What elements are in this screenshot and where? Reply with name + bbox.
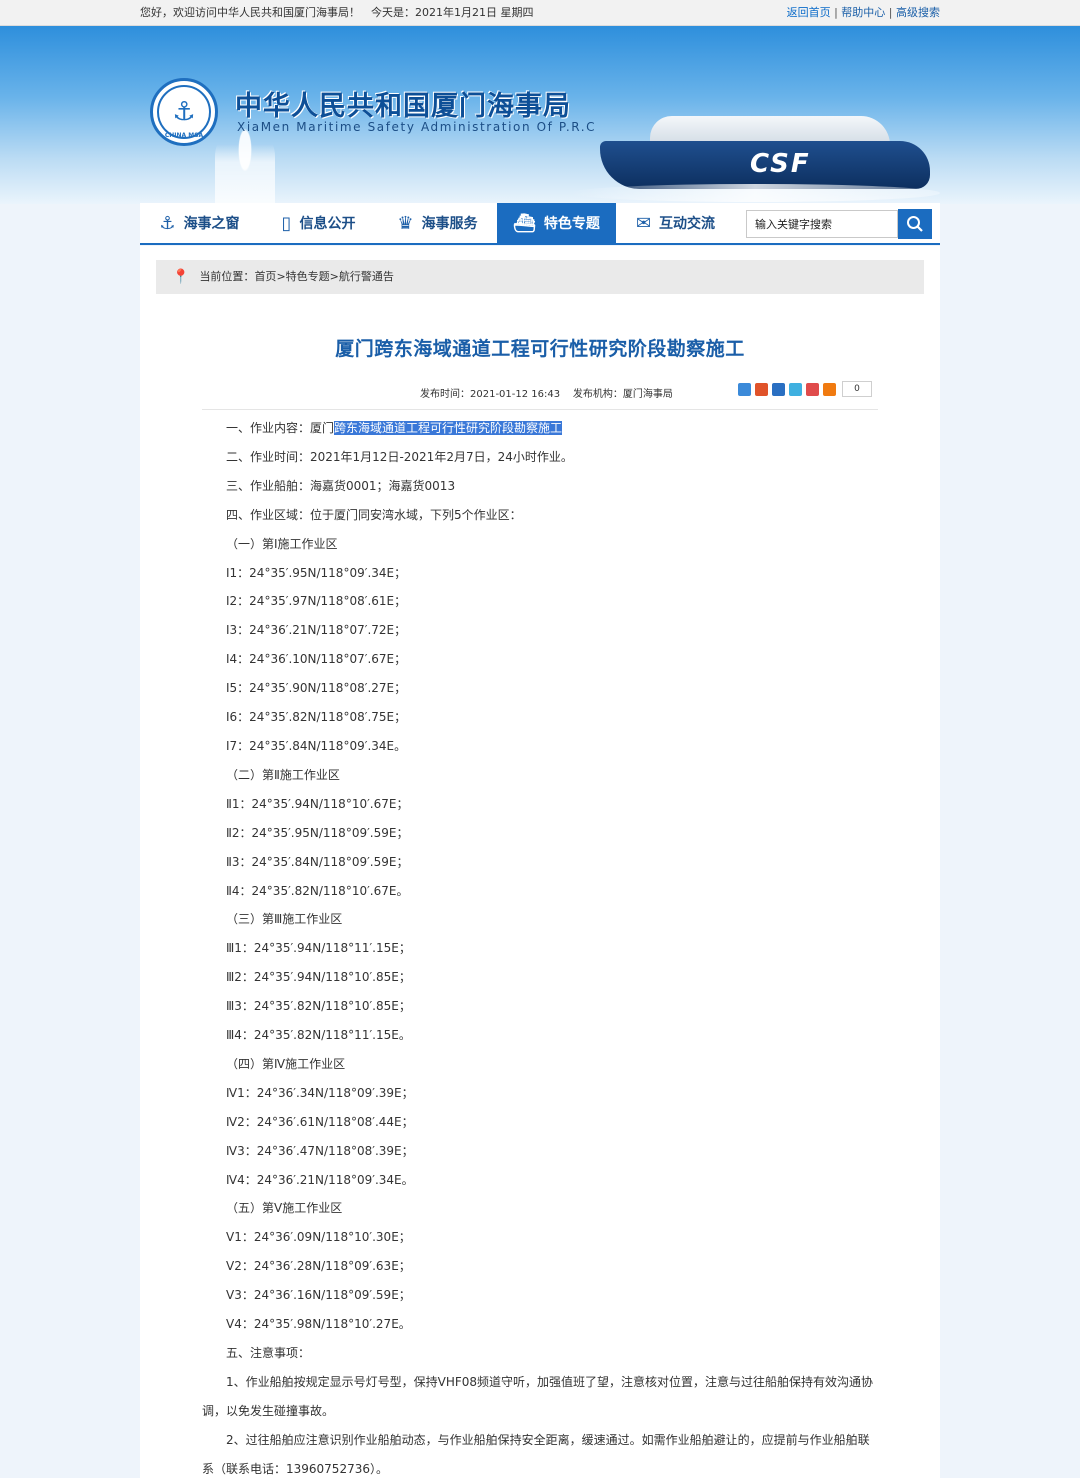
nav-item-special-topics[interactable]: ⛴ 特色专题: [497, 203, 616, 243]
article-meta: 发布时间：2021-01-12 16:43 发布机构：厦门海事局 0: [140, 379, 940, 401]
publish-time: 发布时间：2021-01-12 16:43: [420, 389, 561, 400]
paragraph: （五）第Ⅴ施工作业区: [226, 1201, 343, 1216]
paragraph: Ⅳ3：24°36′.47N/118°08′.39E；: [226, 1143, 414, 1158]
publish-info: 发布时间：2021-01-12 16:43 发布机构：厦门海事局: [420, 385, 673, 400]
anchor-icon: ⚓: [159, 212, 176, 234]
more-share-icon[interactable]: [823, 382, 836, 396]
note-paragraph: 2、过往船舶应注意识别作业船舶动态，与作业船舶保持安全距离，缓速通过。如需作业船…: [202, 1432, 870, 1476]
breadcrumb-home[interactable]: 首页: [254, 260, 276, 294]
breadcrumb-label: 当前位置：: [199, 270, 255, 283]
paragraph: Ⅲ1：24°35′.94N/118°11′.15E；: [226, 941, 411, 956]
qzone-share-icon[interactable]: [738, 382, 751, 396]
publisher: 发布机构：厦门海事局: [572, 389, 673, 400]
share-bar: 0: [738, 381, 872, 397]
help-link[interactable]: 帮助中心: [841, 6, 885, 19]
nav-label: 信息公开: [299, 216, 356, 232]
nav-item-interaction[interactable]: ✉ 互动交流: [616, 203, 735, 243]
paragraph: Ⅰ4：24°36′.10N/118°07′.67E；: [226, 652, 407, 667]
article-body: 一、作业内容：厦门跨东海域通道工程可行性研究阶段勘察施工 二、作业时间：2021…: [140, 414, 940, 1478]
main-nav: ⚓ 海事之窗 ▯ 信息公开 ♛ 海事服务 ⛴ 特色专题 ✉ 互动交流: [140, 203, 940, 245]
nav-item-maritime-service[interactable]: ♛ 海事服务: [378, 203, 497, 243]
paragraph: Ⅳ2：24°36′.61N/118°08′.44E；: [226, 1114, 414, 1129]
paragraph: （二）第Ⅱ施工作业区: [226, 767, 340, 782]
work-content-prefix: 一、作业内容：厦门: [226, 421, 335, 435]
logo-text: CHINA MSA: [164, 132, 204, 139]
search-box: [746, 209, 932, 239]
nav-label: 海事之窗: [183, 216, 240, 232]
selected-text: 跨东海域通道工程可行性研究阶段勘察施工: [334, 421, 563, 435]
site-subtitle: XiaMen Maritime Safety Administration Of…: [237, 120, 597, 134]
paragraph: Ⅳ1：24°36′.34N/118°09′.39E；: [226, 1085, 414, 1100]
paragraph: Ⅰ6：24°35′.82N/118°08′.75E；: [226, 710, 407, 725]
paragraph: （三）第Ⅲ施工作业区: [226, 912, 343, 927]
share-count: 0: [842, 381, 872, 397]
tencent-weibo-share-icon[interactable]: [789, 382, 802, 396]
paragraph: Ⅰ3：24°36′.21N/118°07′.72E；: [226, 623, 407, 638]
welcome-text: 您好，欢迎访问中华人民共和国厦门海事局！ 今天是：2021年1月21日 星期四: [140, 6, 534, 19]
site-title: 中华人民共和国厦门海事局: [235, 91, 571, 122]
nav-item-info-disclosure[interactable]: ▯ 信息公开: [259, 203, 378, 243]
paragraph: 一、作业内容：厦门跨东海域通道工程可行性研究阶段勘察施工: [202, 414, 878, 443]
ship-wake: [570, 184, 940, 202]
captain-hat-icon: ♛: [397, 212, 414, 234]
advanced-search-link[interactable]: 高级搜索: [896, 6, 940, 19]
ship-image: CSF: [570, 96, 940, 204]
nav-label: 互动交流: [659, 216, 716, 232]
top-links: 返回首页 | 帮助中心 | 高级搜索: [786, 6, 940, 19]
paragraph: Ⅱ1：24°35′.94N/118°10′.67E；: [226, 796, 409, 811]
statue-image: [215, 126, 275, 204]
paragraph: Ⅴ1：24°36′.09N/118°10′.30E；: [226, 1230, 411, 1245]
paragraph: Ⅲ2：24°35′.94N/118°10′.85E；: [226, 970, 411, 985]
breadcrumb: 📍 当前位置： 首页 > 特色专题 > 航行警通告: [156, 260, 924, 294]
paragraph: 四、作业区域：位于厦门同安湾水域，下列5个作业区：: [226, 507, 522, 522]
book-icon: ▯: [281, 212, 292, 234]
paragraph: 三、作业船舶：海嘉货0001；海嘉货0013: [226, 478, 456, 493]
paragraph: Ⅲ4：24°35′.82N/118°11′.15E。: [226, 1028, 411, 1043]
paragraph: Ⅳ4：24°36′.21N/118°09′.34E。: [226, 1172, 414, 1187]
breadcrumb-nav-notices[interactable]: 航行警通告: [339, 260, 394, 294]
top-bar: 您好，欢迎访问中华人民共和国厦门海事局！ 今天是：2021年1月21日 星期四 …: [0, 0, 1080, 26]
breadcrumb-special-topics[interactable]: 特色专题: [286, 260, 330, 294]
note-paragraph: 1、作业船舶按规定显示号灯号型，保持VHF08频道守听，加强值班了望，注意核对位…: [202, 1374, 874, 1418]
nav-item-maritime-window[interactable]: ⚓ 海事之窗: [140, 203, 259, 243]
search-button[interactable]: [898, 209, 932, 239]
main-content: 📍 当前位置： 首页 > 特色专题 > 航行警通告 厦门跨东海域通道工程可行性研…: [140, 246, 940, 1478]
paragraph: 五、注意事项：: [226, 1346, 311, 1360]
paragraph: Ⅱ4：24°35′.82N/118°10′.67E。: [226, 883, 409, 898]
renren-share-icon[interactable]: [772, 382, 785, 396]
breadcrumb-sep: >: [329, 270, 339, 283]
divider: [202, 409, 878, 410]
nav-label: 特色专题: [543, 216, 600, 232]
paragraph: Ⅱ3：24°35′.84N/118°09′.59E；: [226, 854, 409, 869]
paragraph: Ⅰ7：24°35′.84N/118°09′.34E。: [226, 738, 407, 753]
anchor-icon: ⚓: [157, 85, 211, 139]
paragraph: （四）第Ⅳ施工作业区: [226, 1056, 346, 1071]
header-banner: ⚓ CHINA MSA 中华人民共和国厦门海事局 XiaMen Maritime…: [0, 26, 1080, 204]
paragraph: Ⅰ5：24°35′.90N/118°08′.27E；: [226, 681, 407, 696]
search-icon: [907, 216, 923, 232]
paragraph: Ⅱ2：24°35′.95N/118°09′.59E；: [226, 825, 409, 840]
chat-bubble-icon: ✉: [635, 212, 652, 234]
netease-share-icon[interactable]: [806, 382, 819, 396]
paragraph: Ⅴ3：24°36′.16N/118°09′.59E；: [226, 1288, 411, 1303]
ship-logo-text: CSF: [750, 149, 811, 179]
msa-logo: ⚓ CHINA MSA: [150, 78, 218, 146]
article-lines: 二、作业时间：2021年1月12日-2021年2月7日，24小时作业。 三、作业船…: [202, 443, 878, 1368]
paragraph: （一）第Ⅰ施工作业区: [226, 536, 338, 551]
paragraph: Ⅰ1：24°35′.95N/118°09′.34E；: [226, 565, 407, 580]
paragraph: Ⅲ3：24°35′.82N/118°10′.85E；: [226, 999, 411, 1014]
paragraph: 二、作业时间：2021年1月12日-2021年2月7日，24小时作业。: [226, 449, 573, 464]
location-pin-icon: 📍: [172, 269, 190, 285]
nav-label: 海事服务: [421, 216, 478, 232]
article-title: 厦门跨东海域通道工程可行性研究阶段勘察施工: [335, 338, 745, 360]
ship-icon: ⛴: [513, 212, 536, 234]
home-link[interactable]: 返回首页: [787, 6, 831, 19]
paragraph: Ⅰ2：24°35′.97N/118°08′.61E；: [226, 594, 407, 609]
search-input[interactable]: [746, 210, 898, 238]
weibo-share-icon[interactable]: [755, 382, 768, 396]
paragraph: Ⅴ4：24°35′.98N/118°10′.27E。: [226, 1317, 411, 1332]
breadcrumb-sep: >: [276, 270, 286, 283]
paragraph: Ⅴ2：24°36′.28N/118°09′.63E；: [226, 1259, 411, 1274]
